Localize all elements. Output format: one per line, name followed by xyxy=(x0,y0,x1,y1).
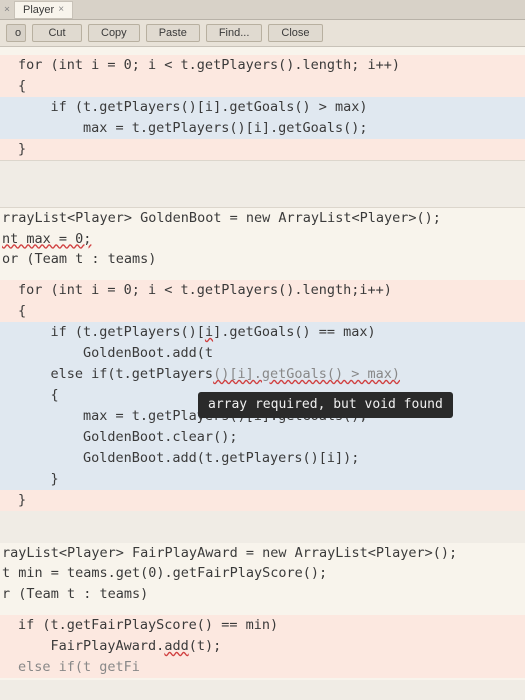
code-line: else if(t.getPlayers()[i].getGoals() > m… xyxy=(0,364,525,385)
code-line: if (t.getFairPlayScore() == min) xyxy=(0,615,525,636)
code-line: r (Team t : teams) xyxy=(0,584,525,605)
code-line: max = t.getPlayers()[i].getGoals(); xyxy=(0,118,525,139)
code-line: nt max = 0; xyxy=(0,229,525,250)
tab-label: Player xyxy=(23,4,54,16)
tab-bar: × Player × xyxy=(0,0,525,20)
code-line: for (int i = 0; i < t.getPlayers().lengt… xyxy=(0,280,525,301)
tab-player[interactable]: Player × xyxy=(14,1,73,19)
code-line: { xyxy=(0,76,525,97)
code-line: rayList<Player> FairPlayAward = new Arra… xyxy=(0,543,525,564)
code-line: or (Team t : teams) xyxy=(0,249,525,270)
code-line: } xyxy=(0,469,525,490)
error-tooltip: array required, but void found xyxy=(198,392,453,418)
gap xyxy=(0,160,525,208)
code-editor[interactable]: for (int i = 0; i < t.getPlayers().lengt… xyxy=(0,47,525,680)
cut-button[interactable]: Cut xyxy=(32,24,82,42)
code-line: for (int i = 0; i < t.getPlayers().lengt… xyxy=(0,55,525,76)
code-line: t min = teams.get(0).getFairPlayScore(); xyxy=(0,563,525,584)
code-line: } xyxy=(0,139,525,160)
code-line: FairPlayAward.add(t); xyxy=(0,636,525,657)
code-line: GoldenBoot.add(t xyxy=(0,343,525,364)
code-line: rrayList<Player> GoldenBoot = new ArrayL… xyxy=(0,208,525,229)
close-icon[interactable]: × xyxy=(58,4,64,15)
toolbar-undo[interactable]: o xyxy=(6,24,26,42)
code-line: else if(t getFi xyxy=(0,657,525,678)
copy-button[interactable]: Copy xyxy=(88,24,140,42)
code-line: if (t.getPlayers()[i].getGoals() > max) xyxy=(0,97,525,118)
tab-prev-close[interactable]: × xyxy=(0,4,14,15)
code-line: { xyxy=(0,301,525,322)
toolbar: o Cut Copy Paste Find... Close xyxy=(0,20,525,47)
code-line: } xyxy=(0,490,525,511)
find-button[interactable]: Find... xyxy=(206,24,263,42)
code-line: GoldenBoot.add(t.getPlayers()[i]); xyxy=(0,448,525,469)
code-line: if (t.getPlayers()[i].getGoals() == max) xyxy=(0,322,525,343)
paste-button[interactable]: Paste xyxy=(146,24,200,42)
code-line: GoldenBoot.clear(); xyxy=(0,427,525,448)
close-button[interactable]: Close xyxy=(268,24,322,42)
